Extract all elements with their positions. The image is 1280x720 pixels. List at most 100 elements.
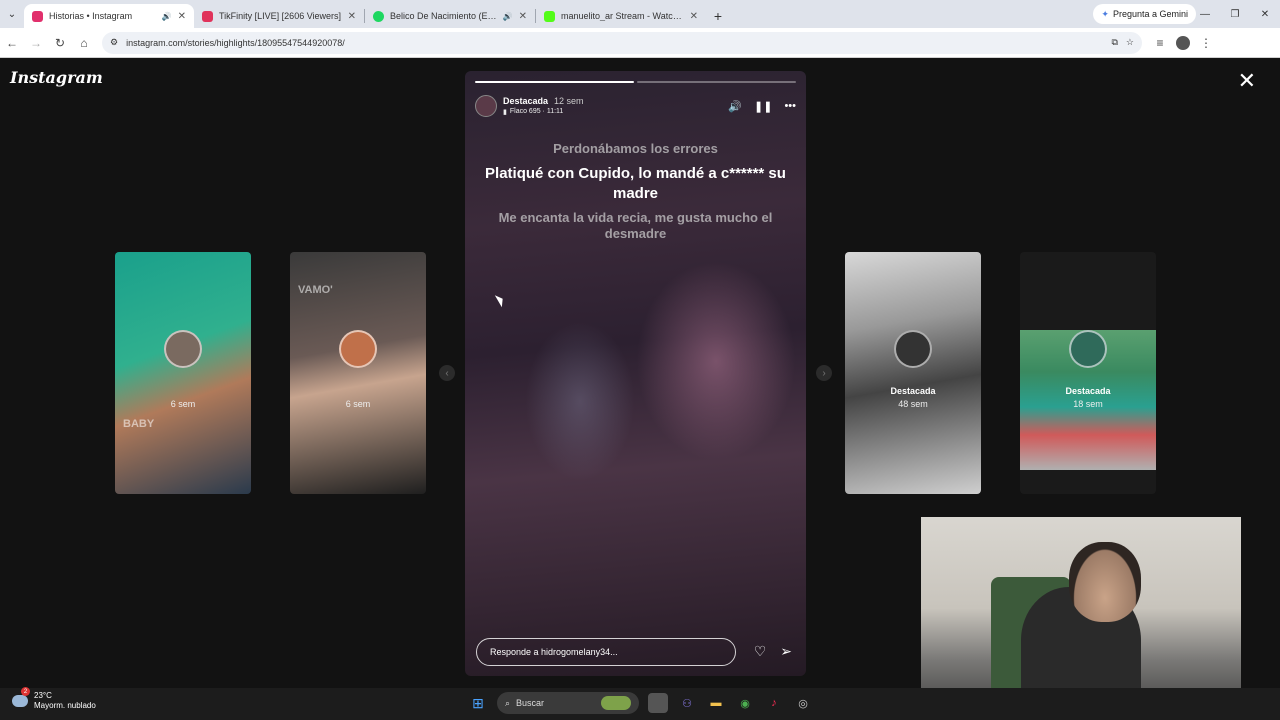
- task-view-icon[interactable]: [648, 693, 668, 713]
- cloud-icon: 2: [12, 687, 30, 707]
- tab-title: manuelito_ar Stream - Watch L: [561, 11, 684, 21]
- toolbar-right: ≡ ⋮: [1148, 31, 1218, 55]
- preview-label: Destacada: [890, 386, 936, 396]
- story-preview[interactable]: VAMO' 6 sem: [290, 252, 426, 494]
- close-tab-icon[interactable]: ✕: [690, 11, 698, 22]
- weather-widget[interactable]: 2 23°C Mayorm. nublado: [12, 687, 96, 711]
- tab-spotify[interactable]: Belico De Nacimiento (En V 🔊 ✕: [365, 4, 535, 28]
- reply-input[interactable]: Responde a hidrogomelany34...: [476, 638, 736, 666]
- search-highlight-image: [601, 696, 631, 710]
- pause-icon[interactable]: ❚❚: [754, 100, 772, 113]
- chrome-icon[interactable]: ◉: [735, 693, 755, 713]
- taskbar-apps: ⊞ ⌕ Buscar ⚇ ▬ ◉ ♪ ◎: [468, 692, 813, 714]
- close-tab-icon[interactable]: ✕: [178, 11, 186, 22]
- preview-avatar: [164, 329, 202, 368]
- music-bars-icon: ▮: [503, 109, 507, 116]
- back-icon[interactable]: ←: [0, 31, 24, 55]
- teams-icon[interactable]: ⚇: [677, 693, 697, 713]
- browser-tab-strip: ⌄ Historias • Instagram 🔊 ✕ TikFinity [L…: [0, 0, 1280, 28]
- tikfinity-favicon-icon: [202, 10, 213, 22]
- preview-avatar: [1069, 329, 1107, 368]
- close-tab-icon[interactable]: ✕: [348, 11, 356, 22]
- site-info-icon[interactable]: ⚙: [110, 37, 118, 48]
- obs-icon[interactable]: ◎: [793, 693, 813, 713]
- notification-badge: 2: [21, 687, 30, 696]
- instagram-logo[interactable]: Instagram: [10, 68, 103, 87]
- tiktok-icon[interactable]: ♪: [764, 693, 784, 713]
- author-name[interactable]: Destacada: [503, 96, 548, 106]
- story-header: Destacada 12 sem ▮ Flaco 695 · 11:11 🔊 ❚…: [475, 91, 796, 121]
- close-tab-icon[interactable]: ✕: [519, 11, 527, 22]
- reply-placeholder: Responde a hidrogomelany34...: [490, 647, 618, 657]
- browser-toolbar: ← → ↻ ⌂ ⚙ instagram.com/stories/highligh…: [0, 28, 1280, 58]
- kick-favicon-icon: [544, 10, 555, 22]
- preview-avatar: [894, 329, 932, 368]
- gemini-button[interactable]: ✦ Pregunta a Gemini: [1093, 4, 1196, 24]
- profile-avatar[interactable]: [1176, 35, 1190, 50]
- tab-kick[interactable]: manuelito_ar Stream - Watch L ✕: [536, 4, 706, 28]
- menu-kebab-icon[interactable]: ⋮: [1194, 31, 1218, 55]
- search-label: Buscar: [516, 698, 545, 708]
- preview-time: 6 sem: [345, 399, 371, 409]
- volume-icon[interactable]: 🔊: [728, 100, 742, 113]
- minimize-icon[interactable]: —: [1190, 0, 1220, 28]
- instagram-favicon-icon: [32, 10, 43, 22]
- lyrics-next-line: Me encanta la vida recia, me gusta mucho…: [498, 210, 773, 241]
- send-icon[interactable]: ➢: [780, 643, 792, 660]
- song-info[interactable]: Flaco 695 · 11:11: [510, 108, 563, 116]
- more-options-icon[interactable]: •••: [784, 100, 796, 113]
- reload-icon[interactable]: ↻: [48, 31, 72, 55]
- tab-title: Belico De Nacimiento (En V: [390, 11, 497, 21]
- tab-title: TikFinity [LIVE] [2606 Viewers]: [219, 11, 342, 21]
- close-icon[interactable]: ✕: [1238, 70, 1256, 92]
- bookmark-star-icon[interactable]: ☆: [1126, 37, 1134, 48]
- preview-time: 48 sem: [898, 399, 928, 409]
- search-icon: ⌕: [505, 697, 511, 708]
- window-controls: — ❐ ✕: [1190, 0, 1280, 28]
- preview-watermark: BABY: [123, 418, 155, 430]
- windows-start-icon[interactable]: ⊞: [468, 693, 488, 713]
- preview-avatar: [339, 329, 377, 368]
- home-icon[interactable]: ⌂: [72, 31, 96, 55]
- forward-icon[interactable]: →: [24, 31, 48, 55]
- next-story-arrow-icon[interactable]: ›: [816, 365, 832, 381]
- weather-temp: 23°C: [34, 691, 52, 700]
- story-progress: [475, 81, 796, 83]
- taskbar: 2 23°C Mayorm. nublado ⊞ ⌕ Buscar ⚇ ▬ ◉ …: [0, 687, 1280, 720]
- reading-list-icon[interactable]: ≡: [1148, 31, 1172, 55]
- new-tab-icon[interactable]: +: [706, 4, 730, 28]
- story-meta: Destacada 12 sem ▮ Flaco 695 · 11:11: [503, 96, 584, 116]
- speaker-icon[interactable]: 🔊: [503, 12, 513, 21]
- tab-instagram[interactable]: Historias • Instagram 🔊 ✕: [24, 4, 194, 28]
- story-preview[interactable]: Destacada 18 sem: [1020, 252, 1156, 494]
- tab-tikfinity[interactable]: TikFinity [LIVE] [2606 Viewers] ✕: [194, 4, 364, 28]
- tab-search-icon[interactable]: ⌄: [0, 0, 24, 28]
- maximize-icon[interactable]: ❐: [1220, 0, 1250, 28]
- active-story[interactable]: Destacada 12 sem ▮ Flaco 695 · 11:11 🔊 ❚…: [465, 71, 806, 676]
- preview-time: 18 sem: [1073, 399, 1103, 409]
- heart-icon[interactable]: ♡: [754, 643, 767, 660]
- lyrics-previous-line: Perdonábamos los errores: [553, 141, 718, 156]
- file-explorer-icon[interactable]: ▬: [706, 693, 726, 713]
- taskbar-search[interactable]: ⌕ Buscar: [497, 692, 639, 714]
- tab-title: Historias • Instagram: [49, 11, 133, 21]
- install-app-icon[interactable]: ⧉: [1111, 37, 1117, 48]
- gemini-label: Pregunta a Gemini: [1112, 9, 1188, 19]
- close-window-icon[interactable]: ✕: [1250, 0, 1280, 28]
- previous-story-arrow-icon[interactable]: ‹: [439, 365, 455, 381]
- author-avatar[interactable]: [475, 95, 497, 117]
- gemini-sparkle-icon: ✦: [1101, 8, 1109, 19]
- story-preview[interactable]: Destacada 48 sem: [845, 252, 981, 494]
- story-actions: ♡ ➢: [754, 643, 792, 660]
- preview-time: 6 sem: [170, 399, 196, 409]
- url-text[interactable]: instagram.com/stories/highlights/1809554…: [126, 38, 1103, 48]
- story-preview[interactable]: BABY 6 sem: [115, 252, 251, 494]
- lyrics-sticker: Perdonábamos los errores Platiqué con Cu…: [465, 141, 806, 242]
- address-bar[interactable]: ⚙ instagram.com/stories/highlights/18095…: [102, 31, 1142, 54]
- lyrics-current-line: Platiqué con Cupido, lo mandé a c****** …: [485, 165, 786, 202]
- speaker-icon[interactable]: 🔊: [162, 12, 172, 21]
- weather-desc: Mayorm. nublado: [34, 701, 96, 710]
- streamer-head: [1069, 542, 1141, 622]
- story-controls: 🔊 ❚❚ •••: [728, 100, 796, 113]
- spotify-favicon-icon: [373, 10, 384, 22]
